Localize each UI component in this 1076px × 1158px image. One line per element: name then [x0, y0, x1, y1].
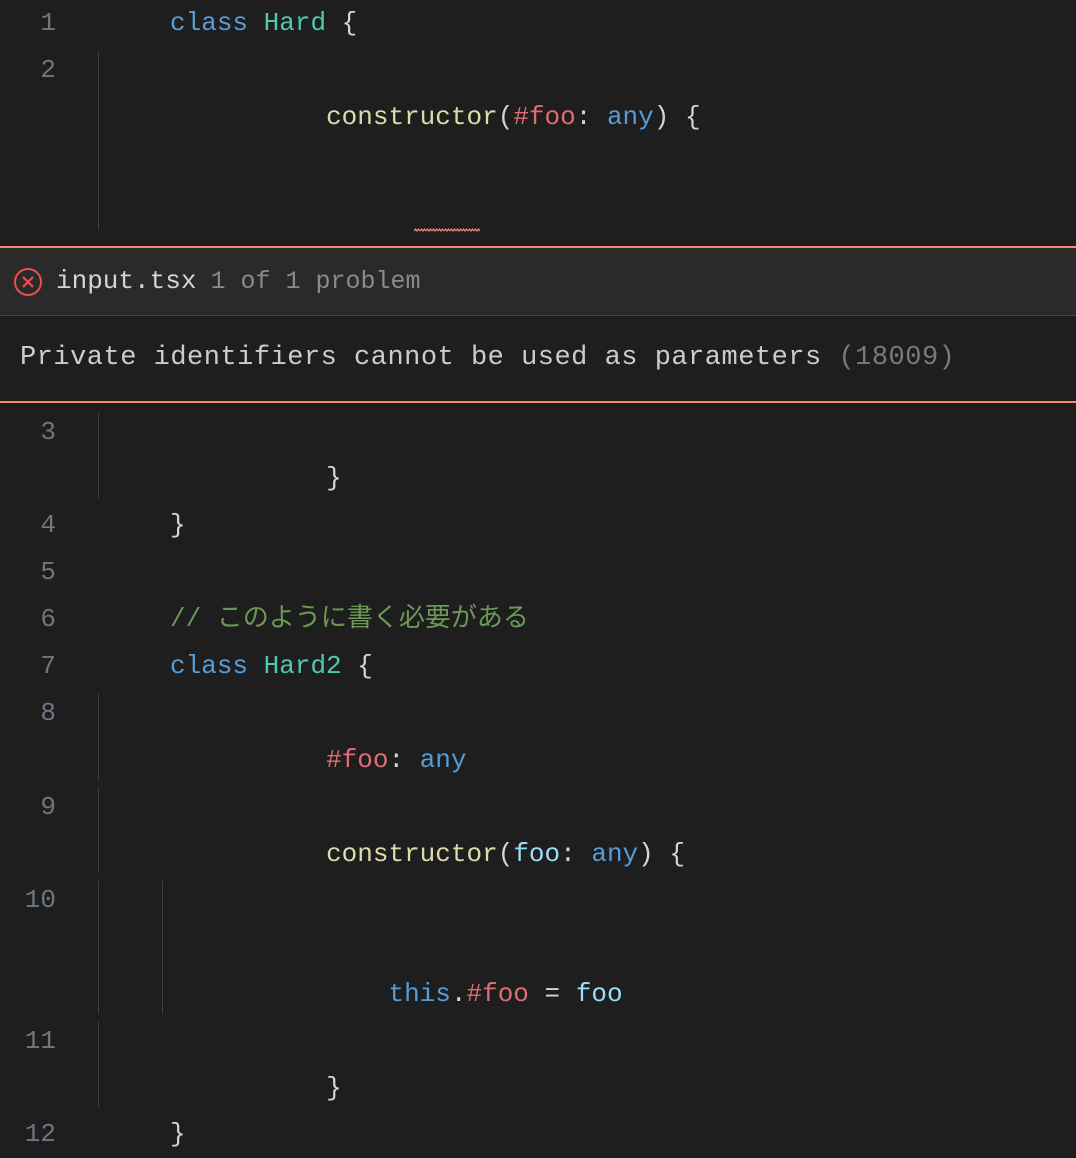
variable: foo: [576, 979, 623, 1009]
line-number: 9: [0, 784, 92, 831]
code-content[interactable]: #foo: any: [92, 690, 467, 784]
code-line[interactable]: 12 }: [0, 1111, 1076, 1158]
error-count: 1 of 1 problem: [210, 259, 420, 304]
code-content[interactable]: }: [92, 409, 342, 503]
line-number: 10: [0, 877, 92, 924]
brace-open: {: [342, 8, 358, 38]
error-panel: input.tsx 1 of 1 problem Private identif…: [0, 246, 1076, 402]
dot: .: [451, 979, 467, 1009]
line-number: 5: [0, 549, 92, 596]
code-content[interactable]: // このように書く必要がある: [92, 596, 529, 643]
line-number: 4: [0, 502, 92, 549]
code-content[interactable]: class Hard {: [92, 0, 357, 47]
brace-open: {: [669, 839, 685, 869]
class-name: Hard2: [264, 651, 342, 681]
brace-open: {: [685, 102, 701, 132]
code-content[interactable]: }: [92, 1111, 186, 1158]
code-editor[interactable]: 1 class Hard { 2 constructor(#foo: any) …: [0, 0, 1076, 1158]
code-line[interactable]: 8 #foo: any: [0, 690, 1076, 784]
class-name: Hard: [264, 8, 326, 38]
line-number: 6: [0, 596, 92, 643]
error-squiggle[interactable]: [414, 228, 480, 232]
brace-close: }: [326, 463, 342, 493]
keyword-class: class: [170, 8, 248, 38]
line-number: 2: [0, 47, 92, 94]
brace-open: {: [357, 651, 373, 681]
colon: :: [388, 745, 404, 775]
error-filename[interactable]: input.tsx: [56, 258, 196, 305]
colon: :: [576, 102, 592, 132]
private-identifier: #foo: [513, 102, 575, 132]
colon: :: [560, 839, 576, 869]
code-line[interactable]: 11 }: [0, 1018, 1076, 1112]
paren-open: (: [498, 839, 514, 869]
close-x-icon: [21, 275, 35, 289]
code-line[interactable]: 1 class Hard {: [0, 0, 1076, 47]
code-line[interactable]: 7 class Hard2 {: [0, 643, 1076, 690]
paren-open: (: [498, 102, 514, 132]
brace-close: }: [326, 1073, 342, 1103]
type-any: any: [607, 102, 654, 132]
line-number: 12: [0, 1111, 92, 1158]
line-number: 3: [0, 409, 92, 456]
type-any: any: [591, 839, 638, 869]
parameter: foo: [513, 839, 560, 869]
private-field: #foo: [326, 745, 388, 775]
error-header[interactable]: input.tsx 1 of 1 problem: [0, 248, 1076, 316]
code-line[interactable]: 6 // このように書く必要がある: [0, 596, 1076, 643]
line-number: 8: [0, 690, 92, 737]
code-line[interactable]: 10 this.#foo = foo: [0, 877, 1076, 1017]
comment: // このように書く必要がある: [170, 604, 529, 634]
code-content[interactable]: constructor(foo: any) {: [92, 784, 685, 878]
code-content[interactable]: class Hard2 {: [92, 643, 373, 690]
error-icon: [14, 268, 42, 296]
error-code: (18009): [838, 343, 955, 373]
constructor-keyword: constructor: [326, 102, 498, 132]
error-message: Private identifiers cannot be used as pa…: [0, 316, 1076, 401]
type-any: any: [420, 745, 467, 775]
error-text: Private identifiers cannot be used as pa…: [20, 343, 822, 373]
code-line[interactable]: 3 }: [0, 409, 1076, 503]
code-content[interactable]: }: [92, 1018, 342, 1112]
code-content[interactable]: }: [92, 502, 186, 549]
brace-close: }: [170, 510, 186, 540]
line-number: 1: [0, 0, 92, 47]
code-content[interactable]: constructor(#foo: any) {: [92, 47, 701, 234]
constructor-keyword: constructor: [326, 839, 498, 869]
code-line[interactable]: 4 }: [0, 502, 1076, 549]
code-content[interactable]: [92, 549, 108, 596]
line-number: 7: [0, 643, 92, 690]
code-line[interactable]: 2 constructor(#foo: any) {: [0, 47, 1076, 234]
code-line[interactable]: 9 constructor(foo: any) {: [0, 784, 1076, 878]
paren-close: ): [638, 839, 654, 869]
code-content[interactable]: this.#foo = foo: [92, 877, 623, 1017]
private-field-access: #foo: [467, 979, 529, 1009]
paren-close: ): [654, 102, 670, 132]
brace-close: }: [170, 1119, 186, 1149]
this-keyword: this: [388, 979, 450, 1009]
equals: =: [545, 979, 561, 1009]
code-line[interactable]: 5: [0, 549, 1076, 596]
line-number: 11: [0, 1018, 92, 1065]
keyword-class: class: [170, 651, 248, 681]
